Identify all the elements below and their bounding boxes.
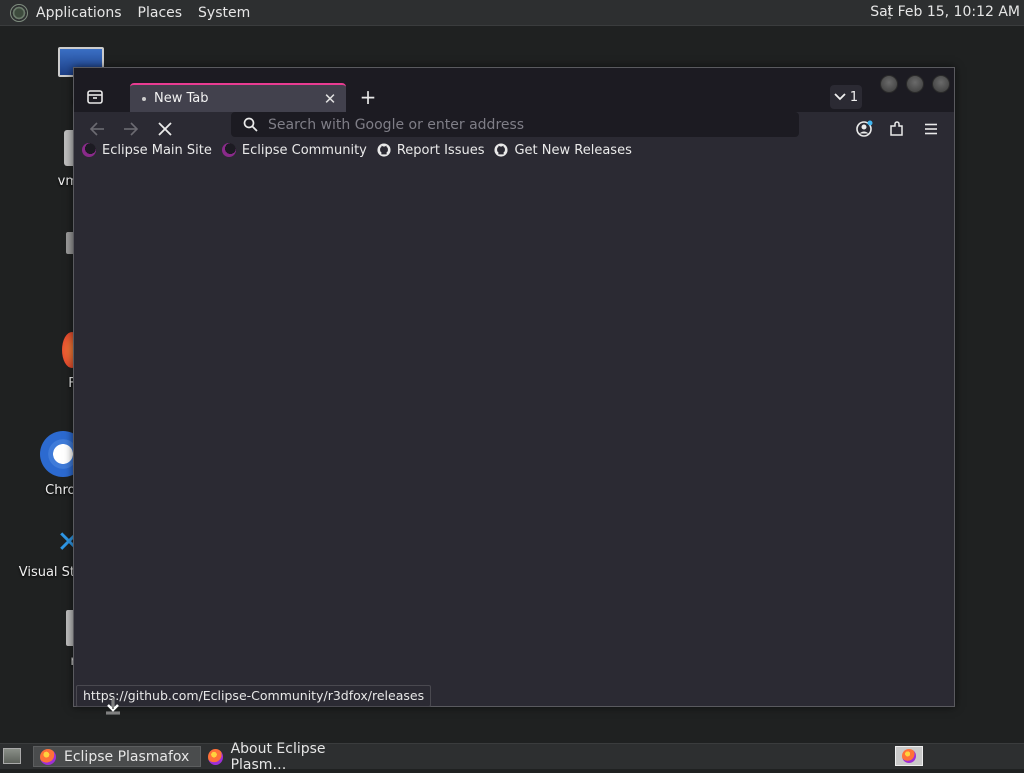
menu-places[interactable]: Places — [130, 5, 191, 21]
search-icon — [243, 117, 258, 132]
bookmark-get-new-releases[interactable]: Get New Releases — [494, 142, 632, 158]
tab-title: New Tab — [154, 91, 209, 106]
account-icon — [856, 120, 873, 137]
taskbar-item-eclipse-plasmafox[interactable]: Eclipse Plasmafox — [33, 746, 201, 767]
arrow-right-icon — [124, 122, 139, 136]
github-icon — [494, 143, 509, 157]
maximize-button[interactable] — [906, 75, 924, 93]
status-link-preview: https://github.com/Eclipse-Community/r3d… — [76, 685, 432, 707]
bottom-taskbar: Eclipse Plasmafox About Eclipse Plasm… — [0, 741, 1024, 773]
address-input[interactable] — [266, 115, 770, 134]
menu-applications[interactable]: Applications — [28, 5, 130, 21]
list-all-tabs-button[interactable]: 1 — [830, 85, 862, 109]
clock[interactable]: Sat Feb 15, 10:12 AM — [870, 4, 1020, 20]
tab-count: 1 — [849, 89, 859, 105]
eclipse-icon — [82, 143, 96, 157]
loading-dot-icon — [142, 96, 146, 101]
hamburger-menu-icon — [925, 123, 937, 135]
firefox-icon — [208, 748, 223, 765]
top-panel: Applications Places System Sat Feb 15, 1… — [0, 0, 1024, 26]
minimize-button[interactable] — [880, 75, 898, 93]
browser-window: New Tab ✕ + 1 Search with Google or ente… — [73, 67, 955, 707]
close-tab-icon[interactable]: ✕ — [320, 89, 340, 109]
address-bar[interactable] — [231, 112, 799, 137]
tab-new-tab[interactable]: New Tab ✕ — [130, 83, 346, 112]
bookmarks-toolbar: Eclipse Main Site Eclipse Community Repo… — [74, 138, 954, 162]
menu-system[interactable]: System — [190, 5, 258, 21]
applications-logo-icon[interactable] — [10, 3, 28, 22]
page-content[interactable] — [74, 162, 954, 706]
puzzle-icon — [890, 121, 903, 136]
bookmark-eclipse-main-site[interactable]: Eclipse Main Site — [82, 143, 212, 158]
chevron-down-icon — [834, 93, 846, 101]
firefox-icon — [40, 748, 56, 765]
new-tab-button[interactable]: + — [357, 85, 379, 109]
taskbar-item-label: Eclipse Plasmafox — [64, 748, 190, 765]
tab-bar: New Tab ✕ + 1 — [74, 68, 954, 112]
bookmark-label: Eclipse Main Site — [102, 142, 212, 158]
bookmark-label: Eclipse Community — [241, 142, 367, 158]
firefox-view-button[interactable] — [80, 86, 110, 108]
download-cursor-icon — [106, 698, 120, 715]
close-window-button[interactable] — [932, 75, 950, 93]
firefox-view-icon — [87, 90, 103, 104]
bookmark-eclipse-community[interactable]: Eclipse Community — [221, 142, 367, 158]
github-icon — [377, 143, 391, 157]
bookmark-report-issues[interactable]: Report Issues — [377, 142, 485, 158]
eclipse-icon — [221, 143, 236, 157]
workspace-switcher[interactable] — [895, 746, 923, 766]
bookmark-label: Report Issues — [396, 142, 485, 158]
show-desktop-button[interactable] — [3, 748, 21, 764]
stop-icon — [158, 122, 172, 136]
arrow-left-icon — [89, 122, 104, 136]
firefox-icon — [902, 749, 916, 763]
bookmark-label: Get New Releases — [514, 142, 632, 158]
taskbar-item-about-eclipse[interactable]: About Eclipse Plasm… — [202, 741, 372, 773]
